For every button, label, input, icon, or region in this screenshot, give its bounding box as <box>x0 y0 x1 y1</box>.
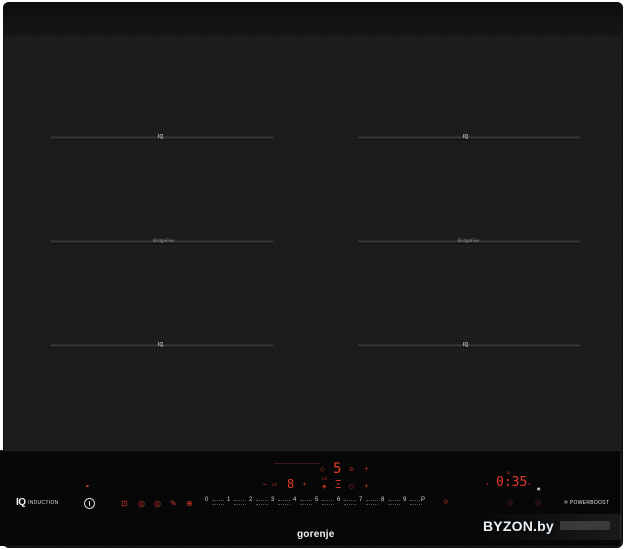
settings-icon[interactable]: ◎ <box>507 499 513 507</box>
lock-icon[interactable]: ⊡ <box>121 499 128 508</box>
slider-level-0[interactable]: 0 <box>205 497 208 503</box>
keep-warm-icon[interactable]: ◎ <box>138 499 145 508</box>
stopwatch-icon-2[interactable]: ◎ <box>154 499 161 508</box>
slider-level-4[interactable]: 4 <box>293 497 296 503</box>
timer-icon[interactable]: ⌂ <box>507 470 510 476</box>
powerboost-label[interactable]: » POWERBOOST <box>564 499 609 506</box>
slider-level-6[interactable]: 6 <box>337 497 340 503</box>
display-guide-line <box>274 463 320 464</box>
slider-segment <box>278 500 290 505</box>
zone-guide-right-top <box>358 136 580 139</box>
boost-icon[interactable]: ⊙ <box>349 466 354 473</box>
slider-level-1[interactable]: 1 <box>227 497 230 503</box>
zone-iq-mark-right-top: IQ <box>463 134 469 140</box>
slider-segment <box>256 500 268 505</box>
panel-divider <box>0 450 620 451</box>
slider-segment <box>212 500 224 505</box>
hob-top-band <box>3 2 623 36</box>
power-icon[interactable] <box>84 498 95 509</box>
dot-indicator: ● <box>537 486 541 491</box>
slider-level-8[interactable]: 8 <box>381 497 384 503</box>
slider-level-5[interactable]: 5 <box>315 497 318 503</box>
power-level-display: 5 <box>333 461 342 477</box>
zone-guide-right-bottom <box>358 344 580 347</box>
boost-star-icon[interactable]: ✧ <box>442 498 450 508</box>
small-indicator: ▪ <box>86 483 89 488</box>
zone-select-icon[interactable]: ◇ <box>320 466 325 473</box>
plus-icon-2[interactable]: + <box>302 481 307 488</box>
minus-icon[interactable]: − <box>262 481 267 488</box>
plus-icon-3[interactable]: + <box>364 483 369 490</box>
power-slider[interactable]: 0 1 2 3 4 5 6 7 8 9 P <box>205 497 427 507</box>
slider-segment <box>366 500 378 505</box>
powerboost-text: POWERBOOST <box>569 500 610 506</box>
zone-indicator-display: 8 <box>287 477 295 491</box>
pause-icon[interactable]: ✎ <box>170 499 177 508</box>
powerboost-arrows-icon: » <box>564 499 569 506</box>
slider-segment <box>322 500 334 505</box>
slider-segment <box>300 500 312 505</box>
zone-select-icon-2[interactable]: ▭ <box>322 475 328 482</box>
zone-iq-mark-right-bottom: IQ <box>463 342 469 348</box>
watermark-text: BYZON.by <box>483 518 554 534</box>
zone-iq-mark-left-top: IQ <box>158 134 164 140</box>
iq-logo: IQ <box>16 497 26 508</box>
zone-bridge-mark-left: BridgeFlex <box>153 238 175 243</box>
slider-level-9[interactable]: 9 <box>403 497 406 503</box>
brand-logo: gorenje <box>297 529 335 540</box>
slider-segment <box>388 500 400 505</box>
stopwatch-icon[interactable]: ▭ <box>272 481 278 488</box>
zone-iq-mark-left-bottom: IQ <box>158 342 164 348</box>
slider-pause[interactable]: P <box>421 497 425 503</box>
timer-plus-icon[interactable]: › <box>528 481 530 488</box>
slider-segment <box>344 500 356 505</box>
timer-display: 0:35 <box>496 475 528 490</box>
slider-level-7[interactable]: 7 <box>359 497 362 503</box>
watermark-blur <box>560 521 610 530</box>
induction-label: INDUCTION <box>28 500 59 506</box>
timer-minus-icon[interactable]: ‹ <box>486 481 488 488</box>
minus-icon-2[interactable]: ○ <box>349 483 354 490</box>
settings-icon-2[interactable]: ◎ <box>535 499 541 507</box>
slider-segment <box>234 500 246 505</box>
timer-alt-icon[interactable]: ⊕ <box>186 499 193 508</box>
zone-bridge-mark-right: BridgeFlex <box>458 238 480 243</box>
plus-icon[interactable]: + <box>364 466 369 473</box>
slider-level-3[interactable]: 3 <box>271 497 274 503</box>
slider-level-2[interactable]: 2 <box>249 497 252 503</box>
bridge-icon[interactable]: ◈ <box>322 483 327 490</box>
bridge-level-display: Ξ <box>335 478 342 491</box>
